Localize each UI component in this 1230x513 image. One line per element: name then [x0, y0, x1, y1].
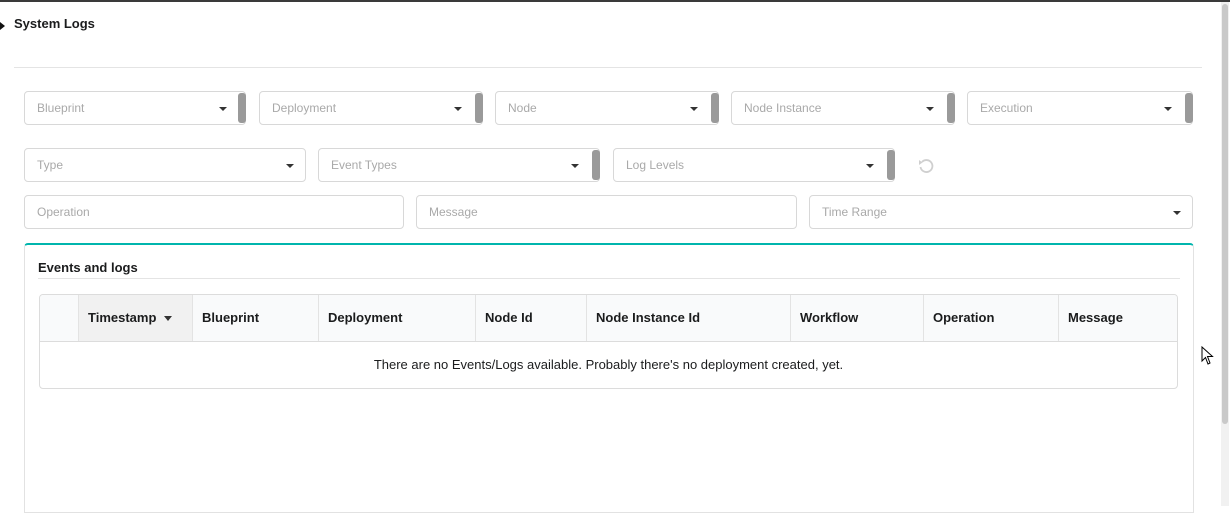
chevron-down-icon — [1173, 211, 1181, 215]
blueprint-filter-placeholder: Blueprint — [37, 101, 85, 115]
scrollbar-thumb[interactable] — [1222, 4, 1228, 424]
time-range-placeholder: Time Range — [822, 205, 887, 219]
time-range-filter[interactable]: Time Range — [809, 195, 1193, 229]
column-label: Node Instance Id — [596, 310, 701, 325]
operation-input[interactable]: Operation — [24, 195, 404, 229]
table-header: Timestamp Blueprint Deployment Node Id N… — [40, 295, 1177, 342]
chevron-down-icon — [866, 164, 874, 168]
column-timestamp[interactable]: Timestamp — [78, 295, 192, 341]
column-blueprint[interactable]: Blueprint — [192, 295, 318, 341]
column-label: Node Id — [485, 310, 533, 325]
page-title: System Logs — [14, 16, 95, 31]
collapse-caret-icon[interactable] — [0, 22, 5, 30]
column-message[interactable]: Message — [1058, 295, 1177, 341]
message-input[interactable]: Message — [416, 195, 797, 229]
event-types-filter-placeholder: Event Types — [331, 158, 397, 172]
filter-scroll-bar — [947, 93, 955, 123]
chevron-down-icon — [690, 107, 698, 111]
execution-filter-placeholder: Execution — [980, 101, 1033, 115]
events-panel-title: Events and logs — [38, 260, 138, 275]
log-levels-filter[interactable]: Log Levels — [613, 148, 895, 182]
node-filter-placeholder: Node — [508, 101, 537, 115]
message-input-placeholder: Message — [429, 205, 478, 219]
column-label: Deployment — [328, 310, 403, 325]
column-node-id[interactable]: Node Id — [475, 295, 586, 341]
reset-icon[interactable] — [917, 157, 935, 175]
chevron-down-icon — [926, 107, 934, 111]
chevron-down-icon — [286, 164, 294, 168]
deployment-filter-placeholder: Deployment — [272, 101, 337, 115]
mouse-pointer-icon — [1201, 346, 1214, 365]
filter-scroll-bar — [887, 150, 895, 180]
column-operation[interactable]: Operation — [923, 295, 1058, 341]
type-filter-placeholder: Type — [37, 158, 64, 172]
column-label: Timestamp — [88, 310, 157, 325]
sort-desc-icon — [164, 316, 173, 322]
chevron-down-icon — [219, 107, 227, 111]
event-types-filter[interactable]: Event Types — [318, 148, 600, 182]
node-instance-filter-placeholder: Node Instance — [744, 101, 822, 115]
chevron-down-icon — [1164, 107, 1172, 111]
filter-scroll-bar — [711, 93, 719, 123]
filter-scroll-bar — [1185, 93, 1193, 123]
node-filter[interactable]: Node — [495, 91, 719, 125]
type-filter[interactable]: Type — [24, 148, 306, 182]
execution-filter[interactable]: Execution — [967, 91, 1193, 125]
chevron-down-icon — [454, 107, 462, 111]
log-levels-filter-placeholder: Log Levels — [626, 158, 685, 172]
events-panel: Events and logs Timestamp Blueprint Depl… — [24, 243, 1194, 513]
filter-scroll-bar — [475, 93, 483, 123]
blueprint-filter[interactable]: Blueprint — [24, 91, 246, 125]
page-scrollbar[interactable] — [1221, 2, 1229, 506]
deployment-filter[interactable]: Deployment — [259, 91, 483, 125]
chevron-down-icon — [571, 164, 579, 168]
column-label: Workflow — [800, 310, 859, 325]
window-top-border — [0, 0, 1230, 2]
empty-table-message: There are no Events/Logs available. Prob… — [373, 357, 844, 372]
column-workflow[interactable]: Workflow — [790, 295, 923, 341]
events-table: Timestamp Blueprint Deployment Node Id N… — [39, 294, 1178, 389]
column-deployment[interactable]: Deployment — [318, 295, 475, 341]
column-label: Blueprint — [202, 310, 260, 325]
filter-scroll-bar — [238, 93, 246, 123]
operation-input-placeholder: Operation — [37, 205, 90, 219]
node-instance-filter[interactable]: Node Instance — [731, 91, 955, 125]
panel-divider — [38, 278, 1180, 279]
column-node-instance-id[interactable]: Node Instance Id — [586, 295, 790, 341]
filter-scroll-bar — [592, 150, 600, 180]
column-label: Message — [1068, 310, 1123, 325]
column-label: Operation — [933, 310, 995, 325]
title-divider — [14, 67, 1202, 68]
